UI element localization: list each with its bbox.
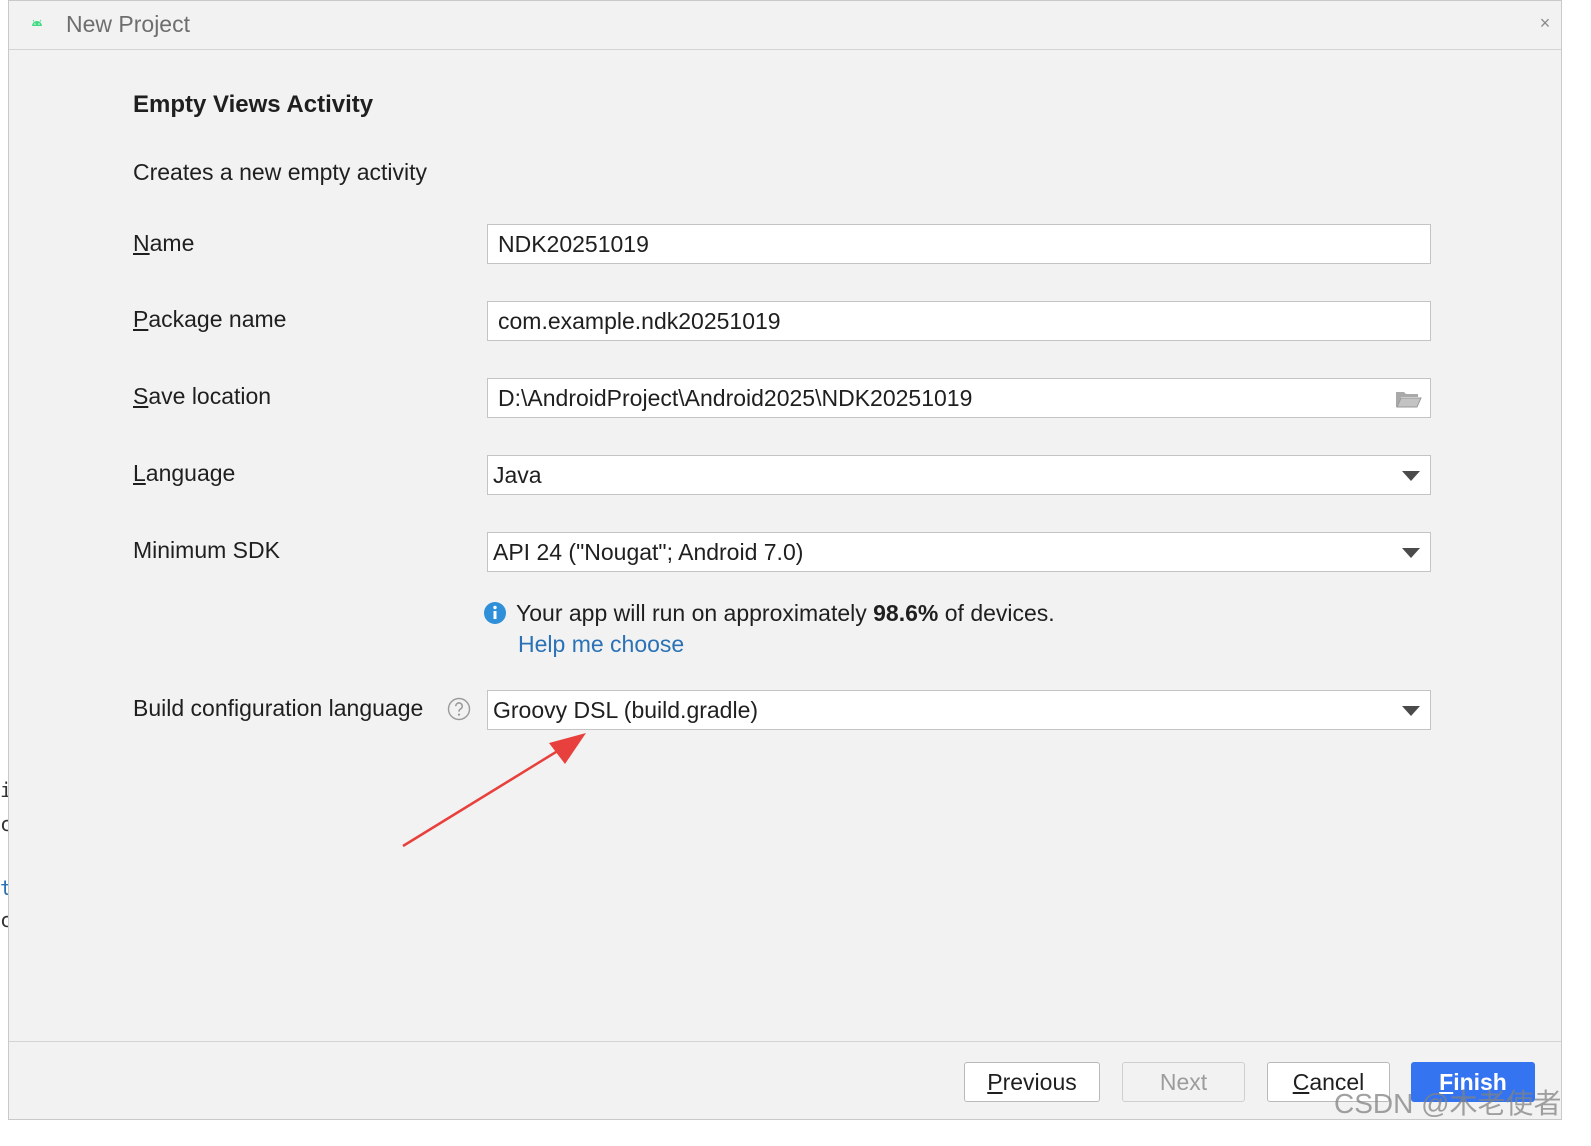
cancel-button-mnemonic: C (1292, 1069, 1310, 1095)
package-name-field[interactable]: com.example.ndk20251019 (487, 301, 1431, 341)
sdk-coverage-text: Your app will run on approximately 98.6%… (516, 600, 1055, 627)
previous-button-mnemonic: P (987, 1069, 1003, 1095)
cancel-button[interactable]: Cancel (1267, 1062, 1390, 1102)
package-name-label-text: ackage name (148, 306, 287, 332)
annotation-arrow (402, 733, 586, 848)
window-title: New Project (66, 11, 190, 37)
new-project-dialog: New Project × Empty Views Activity Creat… (8, 0, 1562, 1120)
save-location-field[interactable]: D:\AndroidProject\Android2025\NDK2025101… (487, 378, 1431, 418)
chevron-down-icon[interactable] (1402, 471, 1420, 481)
footer-divider (9, 1041, 1561, 1042)
language-label: Language (133, 460, 235, 487)
save-location-label: Save location (133, 383, 271, 410)
previous-button-label: revious (1002, 1069, 1077, 1095)
language-selected-value: Java (493, 462, 542, 488)
package-name-value: com.example.ndk20251019 (498, 308, 781, 334)
background-text-fragment: c (0, 908, 8, 932)
minimum-sdk-select[interactable]: API 24 ("Nougat"; Android 7.0) (487, 532, 1431, 572)
sdk-coverage-suffix: of devices. (938, 600, 1055, 626)
name-label: Name (133, 230, 194, 257)
name-label-text: ame (149, 230, 195, 256)
finish-button-label: inish (1453, 1069, 1507, 1095)
package-name-label-mnemonic: P (133, 306, 149, 332)
minimum-sdk-label: Minimum SDK (133, 537, 280, 563)
close-icon[interactable]: × (1535, 13, 1555, 33)
language-label-text: anguage (145, 460, 236, 486)
background-window-edge-right (1562, 0, 1591, 1146)
name-field[interactable]: NDK20251019 (487, 224, 1431, 264)
finish-button[interactable]: Finish (1411, 1062, 1535, 1102)
info-icon (484, 602, 506, 624)
build-config-language-label: Build configuration language (133, 695, 424, 721)
build-config-language-select[interactable]: Groovy DSL (build.gradle) (487, 690, 1431, 730)
save-location-value: D:\AndroidProject\Android2025\NDK2025101… (498, 385, 973, 411)
background-text-fragment: t (0, 876, 8, 900)
help-me-choose-link[interactable]: Help me choose (518, 631, 684, 658)
finish-button-mnemonic: F (1439, 1069, 1454, 1095)
language-label-mnemonic: L (133, 460, 146, 486)
minimum-sdk-selected-value: API 24 ("Nougat"; Android 7.0) (493, 539, 804, 565)
chevron-down-icon[interactable] (1402, 706, 1420, 716)
save-location-label-mnemonic: S (133, 383, 149, 409)
template-description: Creates a new empty activity (133, 159, 428, 185)
title-bar[interactable]: New Project × (9, 1, 1561, 50)
save-location-label-text: ave location (148, 383, 272, 409)
sdk-coverage-prefix: Your app will run on approximately (516, 600, 874, 626)
name-label-mnemonic: N (133, 230, 150, 256)
background-text-fragment: i (0, 778, 8, 802)
android-icon (32, 19, 42, 26)
background-window-edge: i c t c (0, 0, 8, 1146)
background-text-fragment: c (0, 812, 8, 836)
package-name-label: Package name (133, 306, 286, 333)
language-select[interactable]: Java (487, 455, 1431, 495)
template-heading: Empty Views Activity (133, 91, 374, 118)
previous-button[interactable]: Previous (964, 1062, 1100, 1102)
chevron-down-icon[interactable] (1402, 548, 1420, 558)
sdk-coverage-percent: 98.6% (873, 600, 939, 626)
next-button[interactable]: Next (1122, 1062, 1245, 1102)
name-value: NDK20251019 (498, 231, 649, 257)
cancel-button-label: ancel (1309, 1069, 1365, 1095)
folder-icon[interactable] (1394, 388, 1422, 410)
